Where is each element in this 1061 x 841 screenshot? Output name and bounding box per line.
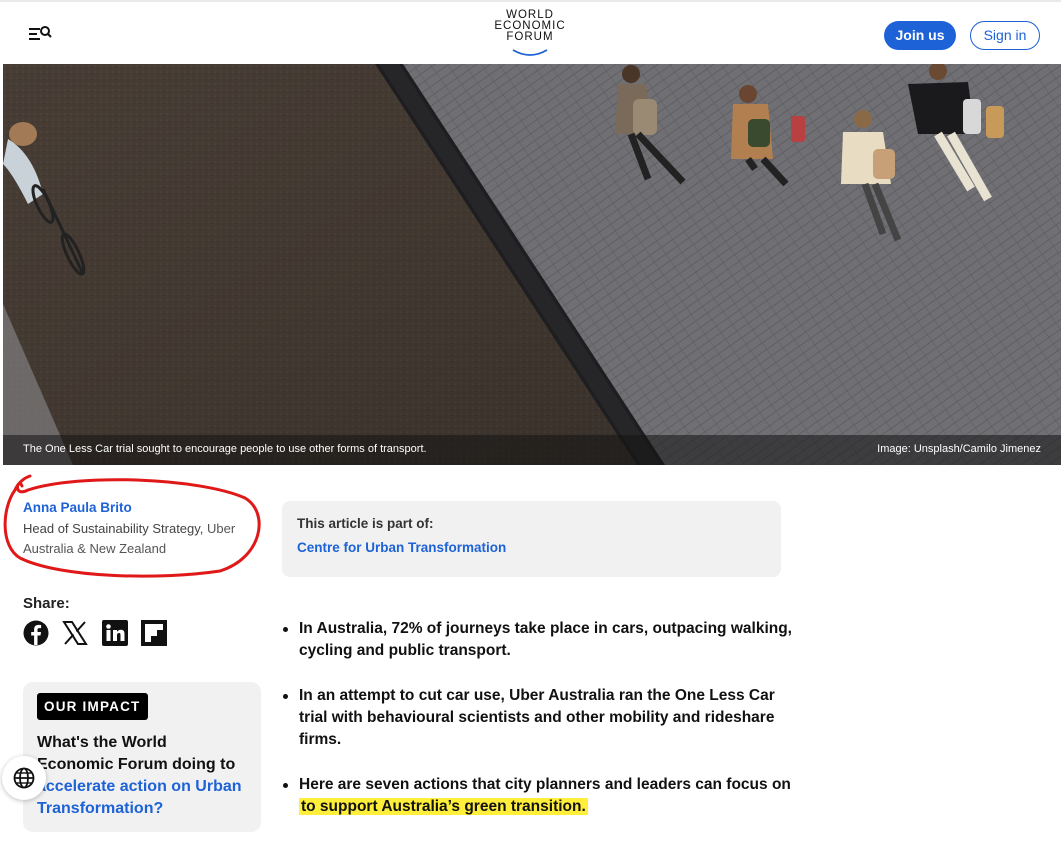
part-of-label: This article is part of: (297, 516, 434, 531)
author-name-link[interactable]: Anna Paula Brito (23, 500, 253, 515)
hero-image: The One Less Car trial sought to encoura… (3, 64, 1061, 465)
part-of-link[interactable]: Centre for Urban Transformation (297, 540, 506, 555)
key-points-list: In Australia, 72% of journeys take place… (280, 618, 800, 841)
hero-photo (3, 64, 1061, 465)
x-icon[interactable] (62, 620, 88, 646)
article-part-of-box: This article is part of: Centre for Urba… (282, 501, 781, 577)
author-role: Head of Sustainability Strategy, Uber Au… (23, 519, 253, 559)
impact-title: What's the World Economic Forum doing to… (37, 732, 247, 820)
menu-search-button[interactable] (28, 22, 54, 46)
site-header: WORLD ECONOMIC FORUM Join us Sign in (0, 0, 1061, 64)
language-globe-button[interactable] (2, 756, 46, 800)
key-point-highlight: to support Australia’s green transition. (299, 798, 588, 815)
menu-search-icon (29, 26, 52, 40)
key-point-item: In Australia, 72% of journeys take place… (280, 618, 800, 662)
flipboard-icon[interactable] (141, 620, 167, 646)
linkedin-icon[interactable] (102, 620, 128, 646)
share-label: Share: (23, 595, 70, 612)
key-point-item: In an attempt to cut car use, Uber Austr… (280, 685, 800, 751)
logo-line-3: FORUM (506, 31, 554, 43)
globe-icon (13, 767, 35, 789)
author-block: Anna Paula Brito Head of Sustainability … (23, 500, 253, 559)
image-credit: Image: Unsplash/Camilo Jimenez (877, 443, 1041, 455)
author-title: Head of Sustainability Strategy, (23, 521, 204, 536)
impact-title-link[interactable]: accelerate action on Urban Transformatio… (37, 778, 242, 817)
image-caption-bar: The One Less Car trial sought to encoura… (3, 435, 1061, 465)
impact-title-text: What's the World Economic Forum doing to (37, 734, 236, 773)
sign-in-button[interactable]: Sign in (970, 21, 1040, 50)
our-impact-card[interactable]: OUR IMPACT What's the World Economic For… (23, 682, 261, 832)
key-point-text: Here are seven actions that city planner… (299, 776, 791, 793)
join-us-button[interactable]: Join us (884, 21, 956, 50)
key-point-item: Here are seven actions that city planner… (280, 774, 800, 818)
logo-arc-icon (512, 49, 548, 56)
wef-logo[interactable]: WORLD ECONOMIC FORUM (480, 9, 580, 62)
facebook-icon[interactable] (23, 620, 49, 646)
our-impact-badge: OUR IMPACT (37, 693, 148, 720)
image-caption: The One Less Car trial sought to encoura… (23, 443, 427, 455)
